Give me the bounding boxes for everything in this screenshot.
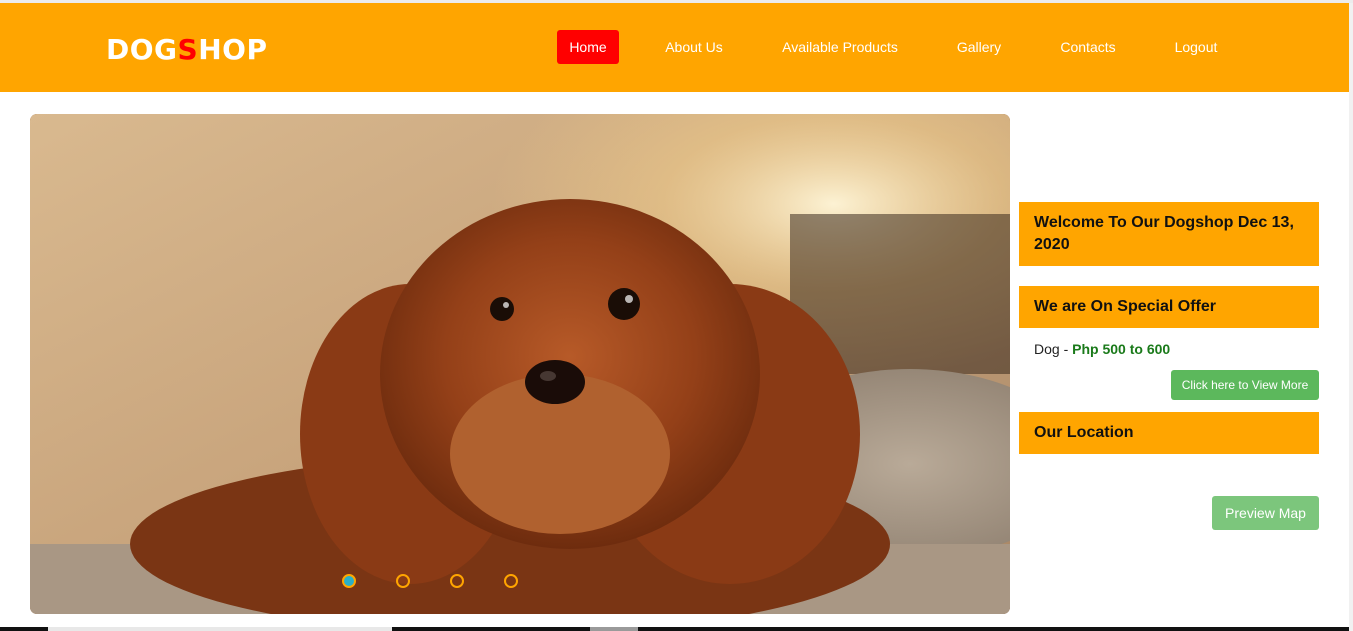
view-more-button[interactable]: Click here to View More xyxy=(1171,370,1319,400)
preview-map-button[interactable]: Preview Map xyxy=(1212,496,1319,530)
carousel-dot-2[interactable] xyxy=(396,574,410,588)
nav-about-us[interactable]: About Us xyxy=(655,30,733,64)
bottom-bar-segment xyxy=(590,627,638,631)
nav-gallery[interactable]: Gallery xyxy=(947,30,1011,64)
offer-separator: - xyxy=(1059,341,1073,357)
bottom-bar xyxy=(0,627,1349,631)
location-heading: Our Location xyxy=(1019,412,1319,454)
nav-logout[interactable]: Logout xyxy=(1165,30,1227,64)
header-navbar: DOGSHOP Home About Us Available Products… xyxy=(0,3,1349,92)
offer-item: Dog xyxy=(1034,341,1060,357)
special-offer-heading: We are On Special Offer xyxy=(1019,286,1319,328)
carousel-slide-image xyxy=(30,114,1010,614)
main-nav: Home About Us Available Products Gallery… xyxy=(0,30,1349,64)
carousel-dot-3[interactable] xyxy=(450,574,464,588)
carousel-dot-4[interactable] xyxy=(504,574,518,588)
vertical-scrollbar[interactable] xyxy=(1349,3,1353,631)
bottom-bar-segment xyxy=(48,627,392,631)
offer-price: Php 500 to 600 xyxy=(1072,341,1171,357)
carousel-dot-1[interactable] xyxy=(342,574,356,588)
welcome-heading: Welcome To Our Dogshop Dec 13, 2020 xyxy=(1019,202,1319,266)
nav-available-products[interactable]: Available Products xyxy=(772,30,908,64)
offer-line: Dog - Php 500 to 600 xyxy=(1034,340,1170,358)
nav-contacts[interactable]: Contacts xyxy=(1050,30,1126,64)
hero-carousel[interactable] xyxy=(30,114,1010,614)
nav-home[interactable]: Home xyxy=(557,30,619,64)
